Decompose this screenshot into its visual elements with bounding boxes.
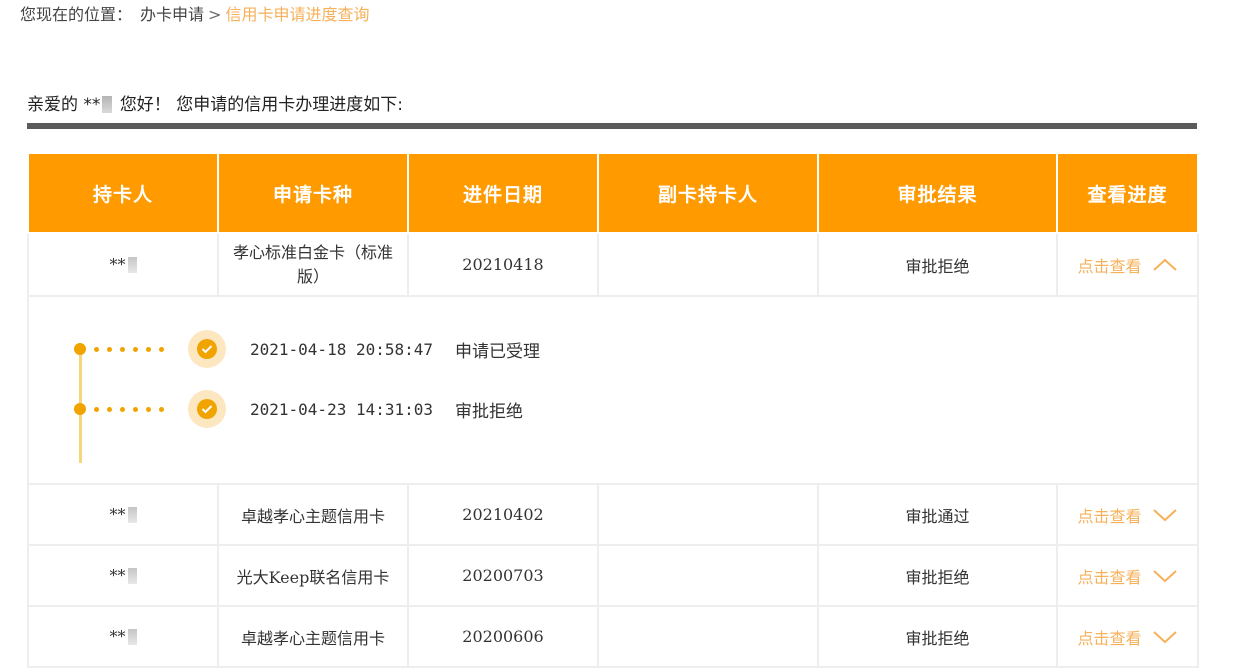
timeline-dot (74, 403, 86, 415)
view-progress-link[interactable]: 点击查看 (1077, 253, 1177, 277)
timeline-dot (74, 343, 86, 355)
cell-date: 20200606 (407, 605, 599, 668)
header-sub-holder: 副卡持卡人 (597, 152, 819, 234)
cell-view[interactable]: 点击查看 (1056, 605, 1199, 668)
header-result: 审批结果 (817, 152, 1058, 234)
cell-holder: ** (27, 483, 219, 546)
check-circle-icon (188, 330, 226, 368)
view-progress-link[interactable]: 点击查看 (1077, 503, 1177, 527)
masked-name (127, 568, 137, 584)
timeline-status: 审批拒绝 (455, 401, 523, 422)
cell-date: 20210418 (407, 232, 599, 297)
masked-name (102, 96, 113, 113)
holder-text: ** (109, 627, 126, 646)
check-circle-icon (188, 390, 226, 428)
cell-sub-holder (597, 232, 819, 297)
breadcrumb-label: 您现在的位置： (20, 5, 133, 24)
progress-detail: 2021-04-18 20:58:47 申请已受理 2021-04-23 14:… (27, 295, 1199, 485)
cell-card-type: 光大Keep联名信用卡 (217, 544, 409, 607)
greeting-suffix: 您好！ 您申请的信用卡办理进度如下: (119, 95, 403, 115)
cell-date: 20200703 (407, 544, 599, 607)
masked-name (127, 507, 137, 523)
greeting: 亲爱的 ** 您好！ 您申请的信用卡办理进度如下: (27, 90, 403, 115)
holder-text: ** (109, 566, 126, 585)
table-row: ** 卓越孝心主题信用卡 20210402 审批通过 点击查看 (27, 483, 1199, 546)
cell-holder: ** (27, 232, 219, 297)
cell-result: 审批通过 (817, 483, 1058, 546)
breadcrumb-separator: > (208, 5, 222, 24)
cell-result: 审批拒绝 (817, 544, 1058, 607)
cell-sub-holder (597, 605, 819, 668)
table-row: ** 孝心标准白金卡（标准版） 20210418 审批拒绝 点击查看 (27, 232, 1199, 297)
greeting-prefix: 亲爱的 ** (27, 95, 101, 115)
cell-date: 20210402 (407, 483, 599, 546)
masked-name (127, 257, 137, 273)
chevron-down-icon[interactable] (1152, 630, 1178, 644)
cell-card-type: 卓越孝心主题信用卡 (217, 483, 409, 546)
cell-result: 审批拒绝 (817, 232, 1058, 297)
progress-detail-row: 2021-04-18 20:58:47 申请已受理 2021-04-23 14:… (27, 295, 1199, 485)
view-progress-label: 点击查看 (1077, 628, 1142, 648)
view-progress-link[interactable]: 点击查看 (1077, 625, 1177, 649)
timeline-dotted-connector (94, 406, 164, 412)
timeline-item: 2021-04-18 20:58:47 申请已受理 (74, 330, 540, 368)
cell-holder: ** (27, 544, 219, 607)
breadcrumb: 您现在的位置： 办卡申请 > 信用卡申请进度查询 (20, 4, 369, 26)
header-view-progress: 查看进度 (1056, 152, 1199, 234)
cell-holder: ** (27, 605, 219, 668)
breadcrumb-parent[interactable]: 办卡申请 (140, 5, 204, 24)
cell-sub-holder (597, 483, 819, 546)
holder-text: ** (109, 255, 126, 274)
cell-card-type: 孝心标准白金卡（标准版） (217, 232, 409, 297)
header-holder: 持卡人 (27, 152, 219, 234)
view-progress-label: 点击查看 (1077, 506, 1142, 526)
progress-timeline: 2021-04-18 20:58:47 申请已受理 2021-04-23 14:… (29, 297, 1197, 483)
holder-text: ** (109, 505, 126, 524)
chevron-up-icon[interactable] (1152, 258, 1178, 272)
breadcrumb-current: 信用卡申请进度查询 (225, 5, 370, 24)
timeline-item: 2021-04-23 14:31:03 审批拒绝 (74, 390, 523, 428)
chevron-down-icon[interactable] (1152, 508, 1178, 522)
section-divider (27, 123, 1197, 129)
timeline-status: 申请已受理 (455, 341, 540, 362)
table-row: ** 光大Keep联名信用卡 20200703 审批拒绝 点击查看 (27, 544, 1199, 607)
cell-card-type: 卓越孝心主题信用卡 (217, 605, 409, 668)
cell-view[interactable]: 点击查看 (1056, 544, 1199, 607)
cell-view[interactable]: 点击查看 (1056, 232, 1199, 297)
progress-table: 持卡人 申请卡种 进件日期 副卡持卡人 审批结果 查看进度 ** 孝心标准白金卡… (27, 152, 1199, 668)
cell-view[interactable]: 点击查看 (1056, 483, 1199, 546)
timeline-time: 2021-04-23 14:31:03 (250, 399, 434, 419)
timeline-time: 2021-04-18 20:58:47 (250, 339, 434, 359)
masked-name (127, 629, 137, 645)
timeline-dotted-connector (94, 346, 164, 352)
cell-sub-holder (597, 544, 819, 607)
cell-result: 审批拒绝 (817, 605, 1058, 668)
view-progress-link[interactable]: 点击查看 (1077, 564, 1177, 588)
header-card-type: 申请卡种 (217, 152, 409, 234)
chevron-down-icon[interactable] (1152, 569, 1178, 583)
view-progress-label: 点击查看 (1077, 567, 1142, 587)
header-date: 进件日期 (407, 152, 599, 234)
table-header-row: 持卡人 申请卡种 进件日期 副卡持卡人 审批结果 查看进度 (27, 152, 1199, 234)
view-progress-label: 点击查看 (1077, 256, 1142, 276)
table-row: ** 卓越孝心主题信用卡 20200606 审批拒绝 点击查看 (27, 605, 1199, 668)
